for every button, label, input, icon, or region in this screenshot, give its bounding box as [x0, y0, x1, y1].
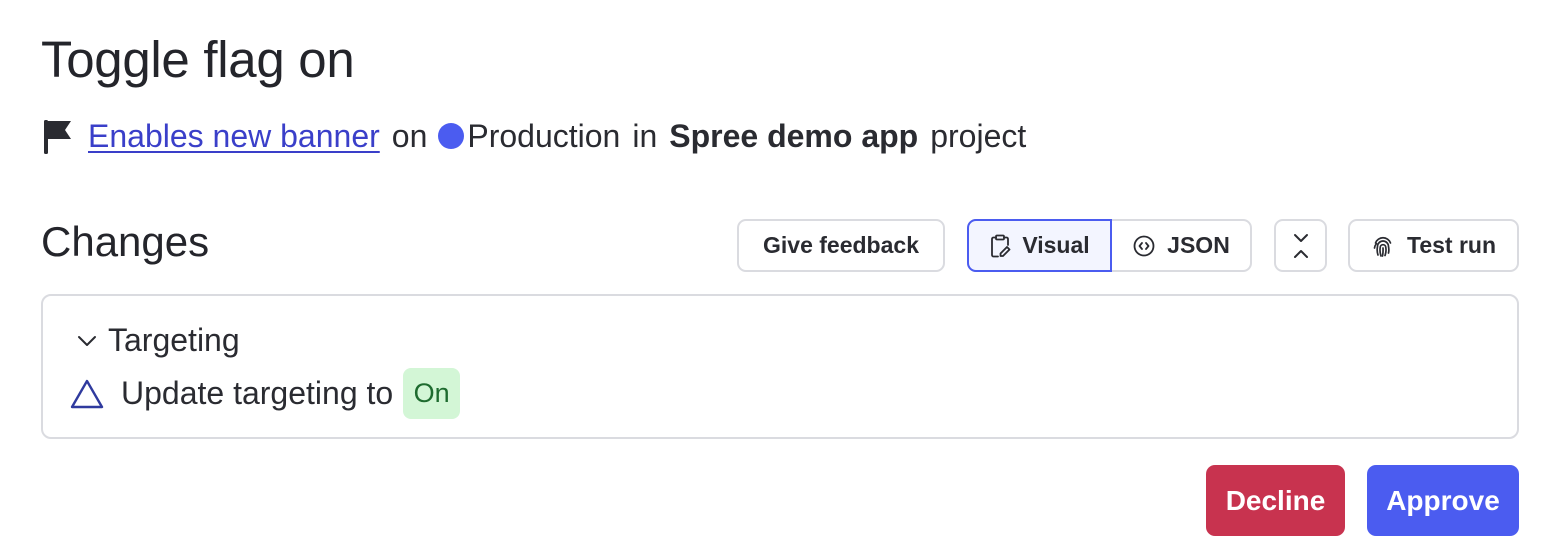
changes-heading: Changes: [41, 218, 210, 265]
targeting-section-label: Targeting: [108, 322, 240, 358]
visual-view-button[interactable]: Visual: [967, 219, 1112, 272]
chevron-down-icon: [76, 334, 98, 348]
flag-link[interactable]: Enables new banner: [88, 118, 380, 155]
triangle-icon: [69, 378, 105, 410]
environment-name: Production: [467, 117, 621, 154]
project-name: Spree demo app: [669, 117, 919, 154]
flag-summary: Enables new banner on Production in Spre…: [41, 114, 1026, 158]
json-view-label: JSON: [1167, 232, 1230, 258]
targeting-section-toggle[interactable]: Targeting: [76, 322, 240, 359]
in-text: in: [632, 117, 658, 154]
give-feedback-label: Give feedback: [763, 232, 919, 258]
collapse-all-button[interactable]: [1274, 219, 1327, 272]
flag-icon: [41, 117, 75, 155]
approve-button[interactable]: Approve: [1367, 465, 1519, 536]
project-text: project: [930, 117, 1027, 154]
give-feedback-button[interactable]: Give feedback: [737, 219, 945, 272]
environment-color-dot: [438, 123, 465, 149]
clipboard-edit-icon: [989, 234, 1011, 258]
change-description: Update targeting to: [121, 375, 394, 411]
change-item: Update targeting to On: [69, 367, 461, 420]
json-view-button[interactable]: JSON: [1112, 219, 1250, 272]
collapse-all-icon: [1291, 232, 1311, 260]
code-circle-icon: [1132, 234, 1156, 258]
test-run-label: Test run: [1406, 232, 1497, 258]
fingerprint-icon: [1371, 234, 1395, 258]
view-mode-toggle: Visual JSON: [967, 219, 1252, 272]
on-text: on: [391, 117, 428, 154]
page-title: Toggle flag on: [41, 31, 355, 88]
value-badge: On: [403, 368, 461, 419]
test-run-button[interactable]: Test run: [1348, 219, 1519, 272]
visual-view-label: Visual: [1022, 232, 1090, 258]
decline-button[interactable]: Decline: [1206, 465, 1345, 536]
changes-panel: Targeting Update targeting to On: [41, 294, 1519, 439]
